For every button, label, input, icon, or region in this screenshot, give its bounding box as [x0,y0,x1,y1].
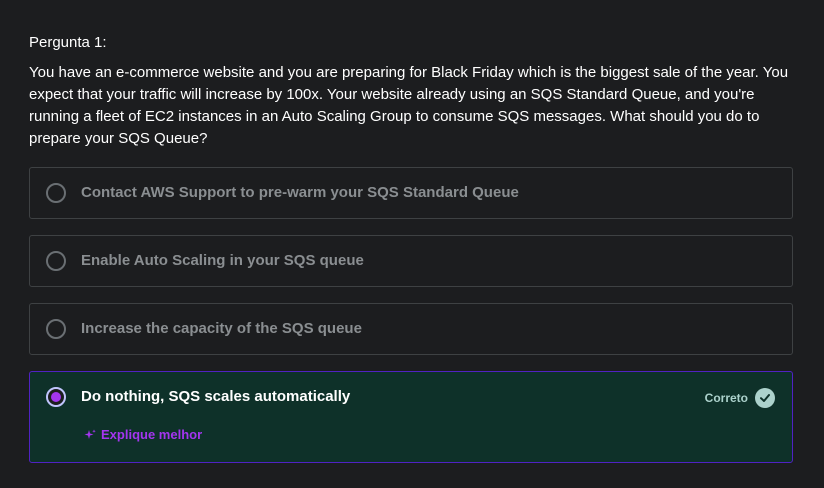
answer-option-label: Increase the capacity of the SQS queue [81,320,362,337]
answer-option-2[interactable]: Enable Auto Scaling in your SQS queue [29,235,793,287]
answer-option-4-selected[interactable]: Do nothing, SQS scales automatically Cor… [29,371,793,463]
sparkle-icon [84,429,96,441]
answer-option-1[interactable]: Contact AWS Support to pre-warm your SQS… [29,167,793,219]
answer-option-3[interactable]: Increase the capacity of the SQS queue [29,303,793,355]
quiz-question-panel: Pergunta 1: You have an e-commerce websi… [29,32,793,150]
radio-button[interactable] [46,251,66,271]
correct-status-text: Correto [704,391,748,405]
answer-option-label: Contact AWS Support to pre-warm your SQS… [81,184,519,201]
explain-more-label: Explique melhor [101,427,203,442]
radio-button[interactable] [46,183,66,203]
radio-button[interactable] [46,319,66,339]
explain-more-button[interactable]: Explique melhor [84,427,202,442]
answer-options: Contact AWS Support to pre-warm your SQS… [29,167,793,467]
radio-button-selected[interactable] [46,387,66,407]
answer-option-label: Enable Auto Scaling in your SQS queue [81,252,364,269]
check-circle-icon [755,388,775,408]
correct-indicator: Correto [705,388,775,408]
question-prompt: You have an e-commerce website and you a… [29,64,789,147]
question-number: Pergunta 1: [29,34,107,51]
answer-option-label: Do nothing, SQS scales automatically [81,388,351,405]
